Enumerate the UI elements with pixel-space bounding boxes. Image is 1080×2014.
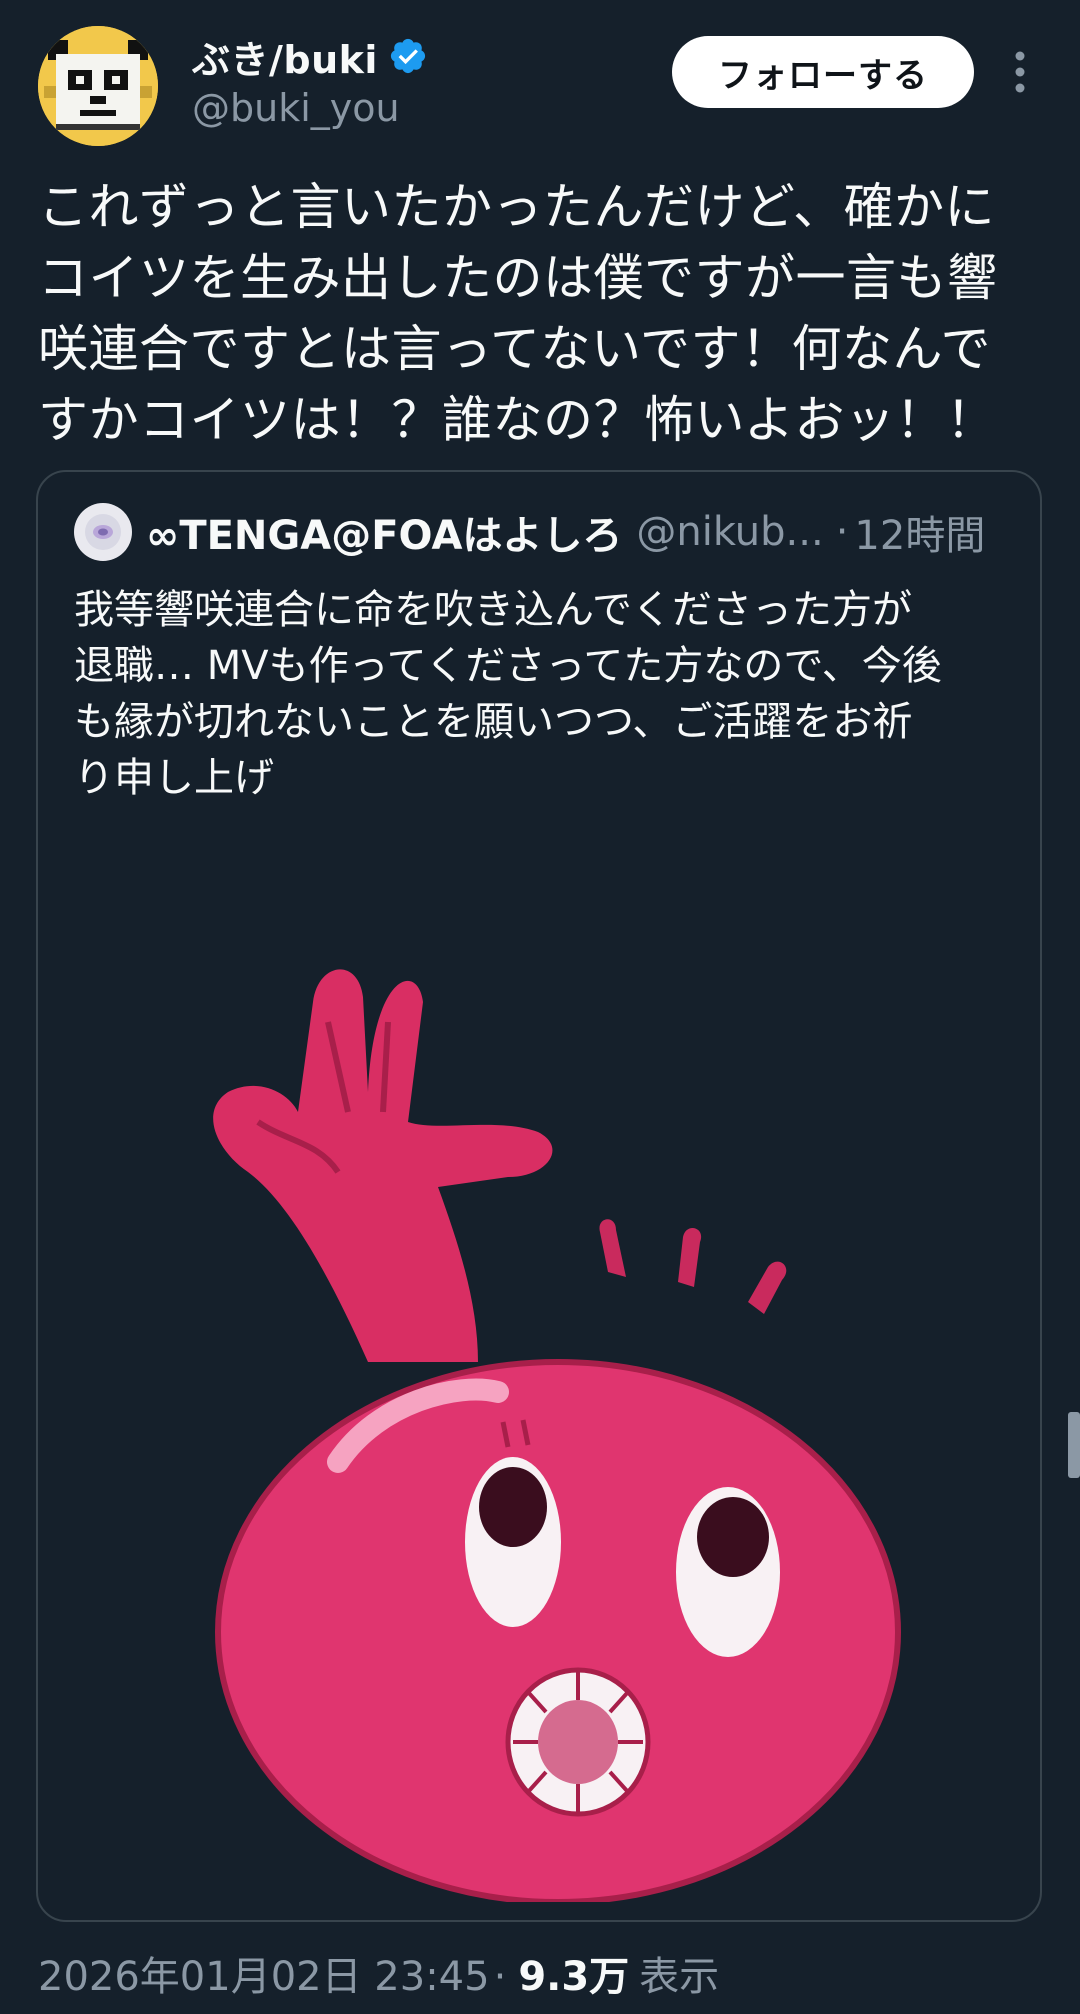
views-count: 9.3万 (518, 1954, 630, 2000)
verified-badge-icon (390, 38, 426, 74)
pink-blob-character-illustration-icon (213, 969, 901, 1902)
pixel-panda-avatar-icon (38, 26, 158, 146)
quoted-separator: · (835, 509, 849, 555)
follow-button[interactable]: フォローする (672, 36, 974, 108)
quoted-author-avatar[interactable] (74, 503, 132, 561)
quoted-author-name[interactable]: ∞TENGA@FOAはよしろ (146, 503, 622, 561)
tweet-timestamp[interactable]: 2026年01月02日 23:45 (38, 1944, 490, 2002)
tweet-header: ぶき/buki @buki_you フォローする (38, 26, 1048, 146)
quoted-tweet-text: 我等響咲連合に命を吹き込んでくださった方が 退職… MVも作ってくださってた方な… (74, 587, 942, 801)
author-name-block: ぶき/buki @buki_you (192, 30, 428, 130)
views-label: 表示 (639, 1954, 720, 2000)
tweet-meta-footer: 2026年01月02日 23:45 · 9.3万 表示 (38, 1944, 719, 2002)
quoted-media-image[interactable] (138, 942, 938, 1902)
quoted-avatar-icon (85, 514, 121, 550)
quoted-timestamp[interactable]: 12時間 (854, 503, 985, 561)
author-avatar[interactable] (38, 26, 158, 146)
quoted-tweet-header: ∞TENGA@FOAはよしろ @nikub... · 12時間 (74, 502, 985, 562)
scrollbar-thumb[interactable] (1068, 1412, 1080, 1478)
footer-separator: · (493, 1954, 507, 2000)
quoted-author-handle[interactable]: @nikub... (636, 509, 823, 555)
display-name-row: ぶき/buki (192, 30, 428, 82)
author-handle[interactable]: @buki_you (192, 86, 428, 130)
more-vertical-icon[interactable] (1010, 48, 1030, 96)
quoted-tweet-card[interactable]: ∞TENGA@FOAはよしろ @nikub... · 12時間 我等響咲連合に命… (36, 470, 1042, 1922)
author-display-name[interactable]: ぶき/buki (192, 29, 378, 84)
tweet-text: これずっと言いたかったんだけど、確かに コイツを生み出したのは僕ですが一言も響 … (38, 178, 998, 449)
